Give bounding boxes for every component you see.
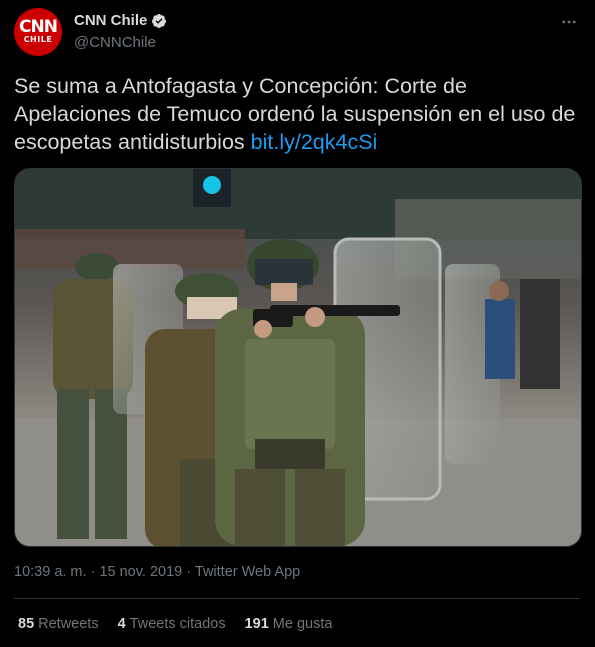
likes-count: 191 <box>244 616 269 632</box>
meta-separator: · <box>90 564 96 580</box>
quote-tweets-count: 4 <box>117 616 126 632</box>
retweets-count: 85 <box>18 616 35 632</box>
tweet-source[interactable]: Twitter Web App <box>195 564 300 580</box>
tweet-card: CNN CHILE CNN Chile @CNNChile Se suma a … <box>0 0 595 647</box>
tweet-date[interactable]: 15 nov. 2019 <box>99 564 182 580</box>
avatar-logo-subtext: CHILE <box>23 35 53 44</box>
tweet-photo[interactable] <box>14 168 582 547</box>
tweet-time[interactable]: 10:39 a. m. <box>14 564 87 580</box>
retweets-label: Retweets <box>38 616 99 632</box>
retweets-stat[interactable]: 85 Retweets <box>18 616 99 632</box>
likes-label: Me gusta <box>272 616 333 632</box>
likes-stat[interactable]: 191 Me gusta <box>245 616 333 632</box>
divider <box>14 598 580 599</box>
meta-separator: · <box>186 564 192 580</box>
author-display-name[interactable]: CNN Chile <box>74 12 147 29</box>
avatar-logo-text: CNN <box>19 17 58 37</box>
tweet-link[interactable]: bit.ly/2qk4cSi <box>251 130 378 154</box>
quote-tweets-stat[interactable]: 4 Tweets citados <box>118 616 226 632</box>
more-dots-icon[interactable] <box>559 12 579 32</box>
tweet-stats: 85 Retweets 4 Tweets citados 191 Me gusta <box>18 616 351 632</box>
quote-tweets-label: Tweets citados <box>129 616 226 632</box>
verified-badge-icon <box>152 13 167 28</box>
avatar[interactable]: CNN CHILE <box>14 8 62 56</box>
author-name-row[interactable]: CNN Chile <box>74 12 167 29</box>
author-handle[interactable]: @CNNChile <box>74 34 156 51</box>
photo-image <box>15 169 581 546</box>
tweet-meta: 10:39 a. m. · 15 nov. 2019 · Twitter Web… <box>14 564 300 580</box>
tweet-text: Se suma a Antofagasta y Concepción: Cort… <box>14 72 584 156</box>
